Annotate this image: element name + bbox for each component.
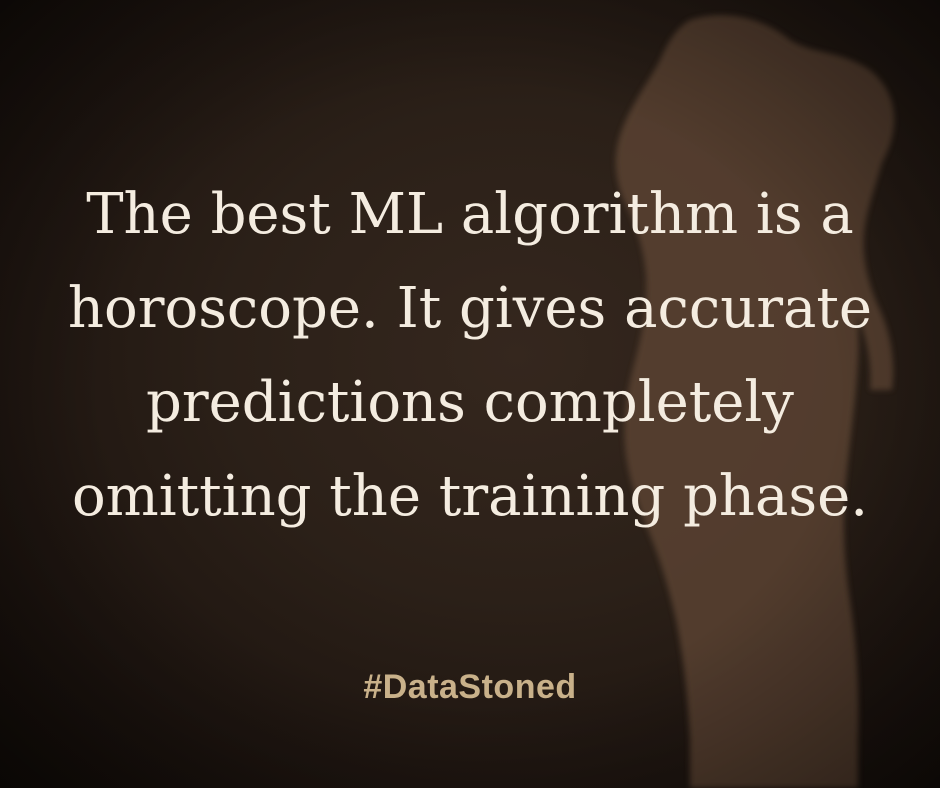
quote-line: omitting the training phase. bbox=[71, 464, 869, 529]
quote-text: The best ML algorithm is a horoscope. It… bbox=[0, 168, 940, 544]
quote-line: The best ML algorithm is a bbox=[86, 182, 854, 247]
hashtag-label: #DataStoned bbox=[363, 668, 577, 706]
quote-line: horoscope. It gives accurate bbox=[67, 276, 873, 341]
quote-line: predictions completely bbox=[146, 370, 794, 435]
meme-card: The best ML algorithm is a horoscope. It… bbox=[0, 0, 940, 788]
